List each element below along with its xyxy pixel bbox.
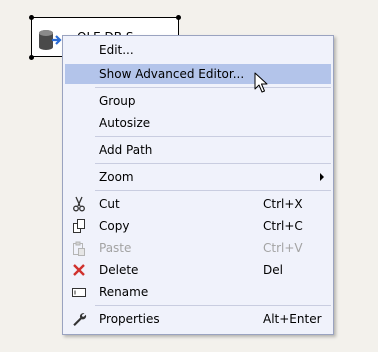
menu-item-label: Paste: [99, 241, 132, 255]
menu-item-label: Copy: [99, 219, 130, 233]
menu-item-label: Add Path: [99, 143, 153, 157]
menu-item-zoom[interactable]: Zoom: [65, 167, 331, 187]
delete-x-icon: [73, 264, 85, 276]
rename-icon: [72, 288, 86, 297]
context-menu: Edit... Show Advanced Editor... Group Au…: [62, 35, 334, 335]
menu-item-group[interactable]: Group: [65, 91, 331, 111]
menu-item-label: Cut: [99, 197, 120, 211]
menu-item-label: Show Advanced Editor...: [99, 67, 245, 81]
submenu-arrow-icon: [320, 173, 324, 181]
scissors-icon: [73, 196, 85, 212]
menu-item-shortcut: Ctrl+V: [263, 241, 303, 255]
mouse-pointer-icon: [254, 72, 268, 93]
menu-item-show-advanced-editor[interactable]: Show Advanced Editor...: [65, 64, 331, 84]
menu-separator: [95, 87, 331, 88]
menu-item-autosize[interactable]: Autosize: [65, 113, 331, 133]
paste-icon: [73, 241, 85, 256]
menu-item-copy[interactable]: Copy Ctrl+C: [65, 216, 331, 236]
menu-separator: [95, 163, 331, 164]
menu-item-cut[interactable]: Cut Ctrl+X: [65, 194, 331, 214]
menu-item-rename[interactable]: Rename: [65, 282, 331, 302]
menu-item-shortcut: Alt+Enter: [263, 312, 322, 326]
menu-separator: [95, 305, 331, 306]
menu-item-shortcut: Ctrl+X: [263, 197, 303, 211]
menu-item-shortcut: Ctrl+C: [263, 219, 303, 233]
menu-item-paste[interactable]: Paste Ctrl+V: [65, 238, 331, 258]
menu-item-label: Delete: [99, 263, 139, 277]
menu-item-label: Rename: [99, 285, 149, 299]
menu-item-label: Group: [99, 94, 136, 108]
menu-item-add-path[interactable]: Add Path: [65, 140, 331, 160]
menu-separator: [95, 136, 331, 137]
wrench-icon: [73, 313, 87, 326]
menu-item-delete[interactable]: Delete Del: [65, 260, 331, 280]
database-source-icon: [39, 30, 62, 50]
menu-separator: [95, 190, 331, 191]
selection-handle-bottom-left[interactable]: [29, 55, 34, 60]
menu-item-shortcut: Del: [263, 263, 283, 277]
selection-handle-top-left[interactable]: [29, 15, 34, 20]
menu-item-properties[interactable]: Properties Alt+Enter: [65, 309, 331, 329]
copy-icon: [73, 219, 85, 233]
menu-item-edit[interactable]: Edit...: [65, 40, 331, 60]
selection-handle-top-right[interactable]: [176, 15, 181, 20]
menu-item-label: Properties: [99, 312, 160, 326]
menu-item-label: Edit...: [99, 43, 134, 57]
menu-item-label: Autosize: [99, 116, 151, 130]
menu-item-label: Zoom: [99, 170, 134, 184]
